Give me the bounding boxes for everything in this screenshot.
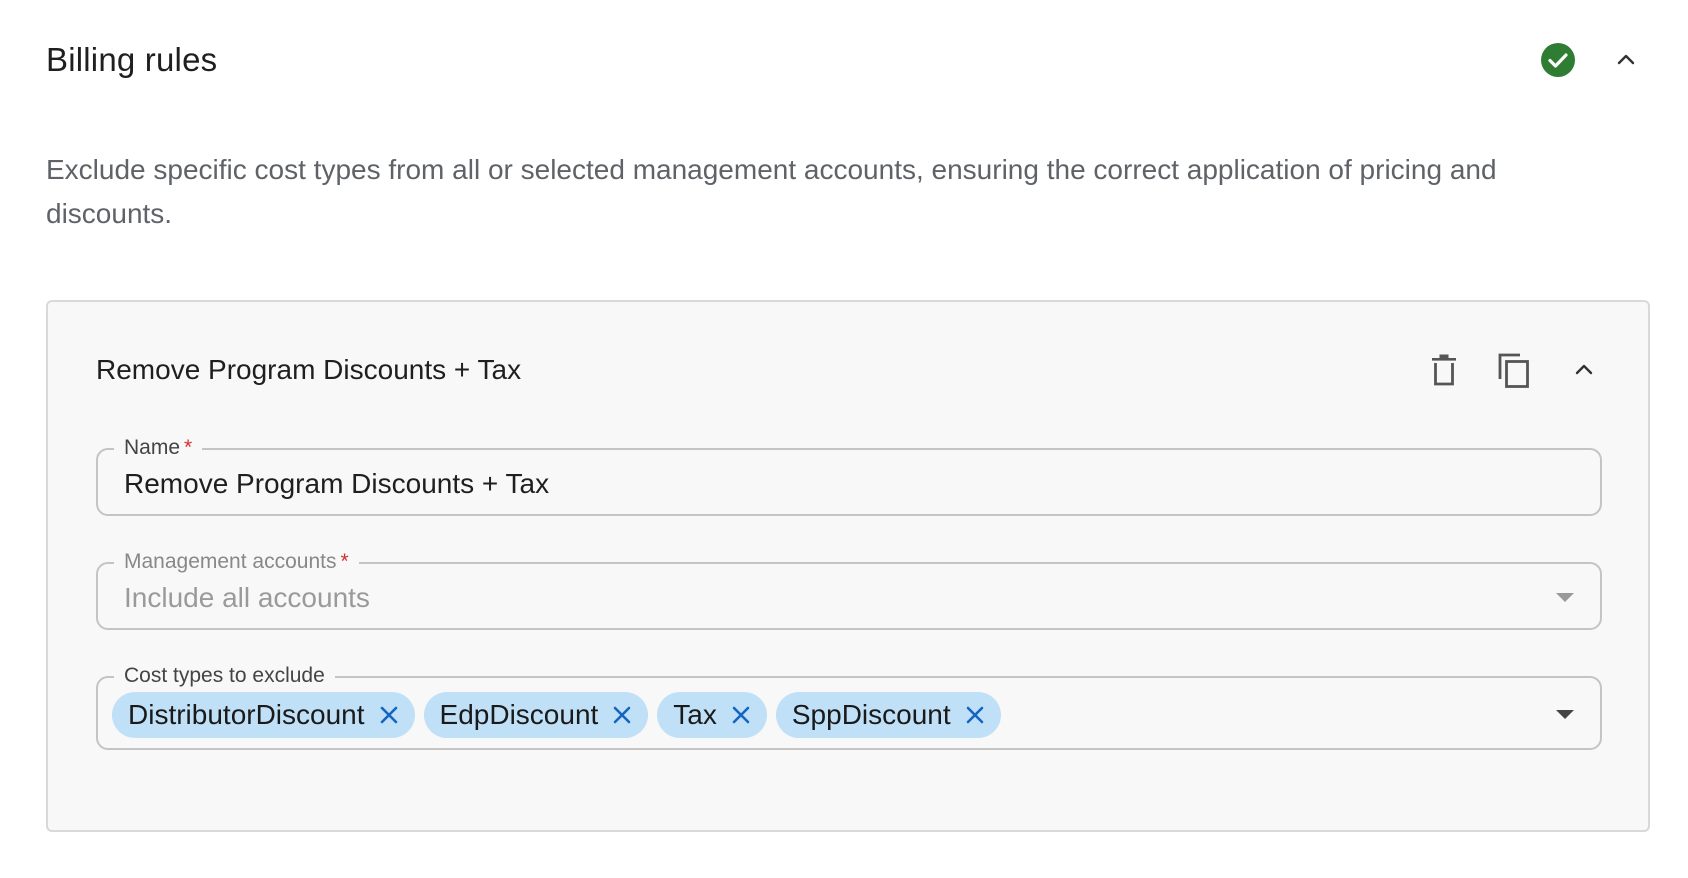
dropdown-arrow-icon[interactable] (1556, 710, 1574, 719)
rule-actions (1424, 350, 1604, 390)
cost-types-select[interactable]: Cost types to exclude DistributorDiscoun… (96, 663, 1602, 750)
chip-label: Tax (673, 699, 717, 730)
chip-distributor-discount: DistributorDiscount (112, 692, 415, 738)
section-description: Exclude specific cost types from all or … (46, 154, 1497, 229)
name-label-text: Name (124, 436, 181, 459)
name-field-label: Name * (114, 435, 203, 461)
copy-icon[interactable] (1494, 350, 1534, 390)
chevron-up-icon[interactable] (1564, 350, 1604, 390)
trash-icon[interactable] (1424, 350, 1464, 390)
check-circle-icon (1540, 42, 1576, 78)
close-icon[interactable] (610, 703, 634, 727)
rule-title: Remove Program Discounts + Tax (96, 354, 522, 385)
rule-card: Remove Program Discounts + Tax Name * Re… (46, 300, 1650, 832)
close-icon[interactable] (729, 703, 753, 727)
accounts-field-label: Management accounts * (114, 549, 359, 575)
name-field[interactable]: Name * Remove Program Discounts + Tax (96, 435, 1602, 516)
accounts-label-text: Management accounts (124, 550, 337, 573)
billing-rules-page: Billing rules Exclude specific cost type… (0, 0, 1688, 878)
section-header-icons (1540, 40, 1646, 80)
section-header: Billing rules (46, 30, 1654, 90)
rule-card-header: Remove Program Discounts + Tax (96, 340, 1604, 400)
name-field-value[interactable]: Remove Program Discounts + Tax (124, 468, 549, 500)
required-marker: * (184, 436, 193, 459)
chip-edp-discount: EdpDiscount (423, 692, 649, 738)
chip-spp-discount: SppDiscount (775, 692, 1001, 738)
accounts-placeholder: Include all accounts (124, 582, 370, 613)
section-title: Billing rules (46, 41, 218, 78)
management-accounts-select[interactable]: Management accounts * Include all account… (96, 549, 1602, 630)
chip-label: EdpDiscount (439, 699, 599, 730)
chevron-up-icon[interactable] (1606, 40, 1646, 80)
dropdown-arrow-icon[interactable] (1556, 593, 1574, 602)
required-marker: * (340, 550, 349, 573)
close-icon[interactable] (377, 703, 401, 727)
cost-type-chips: DistributorDiscount EdpDiscount Tax SppD… (112, 692, 1001, 738)
close-icon[interactable] (963, 703, 987, 727)
cost-types-field-label: Cost types to exclude (114, 663, 335, 689)
chip-label: DistributorDiscount (128, 699, 365, 730)
chip-tax: Tax (657, 692, 767, 738)
chip-label: SppDiscount (791, 699, 951, 730)
